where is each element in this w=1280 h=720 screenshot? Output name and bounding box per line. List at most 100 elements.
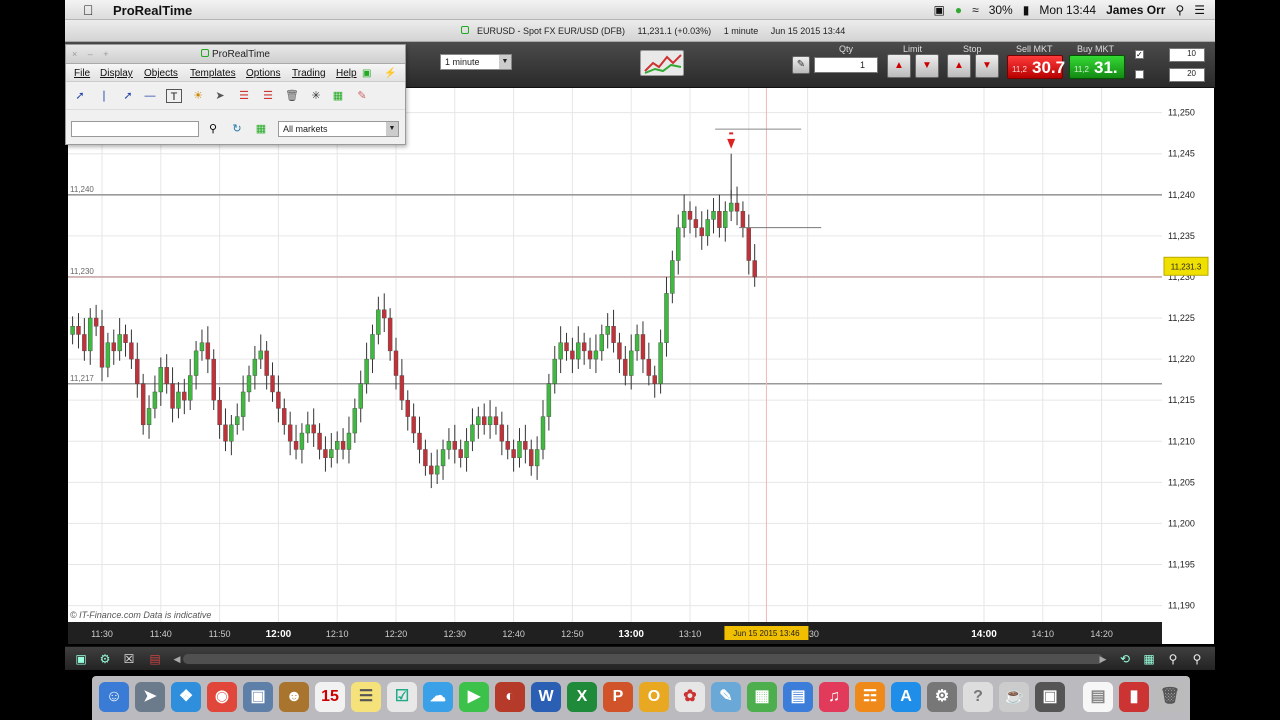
window-controls[interactable]: × – + (72, 45, 113, 64)
menu-display[interactable]: Display (100, 68, 133, 79)
lightning-icon[interactable]: ⚡ (384, 68, 396, 79)
channel-tool-icon[interactable]: ☰ (260, 89, 276, 103)
clock[interactable]: Mon 13:44 (1039, 3, 1096, 17)
scroll-right-icon[interactable]: ▶ (1095, 651, 1111, 667)
candle-body (364, 358, 369, 384)
buy-market-button[interactable]: 11,2 31. (1069, 55, 1125, 79)
pencil-icon[interactable]: ✎ (792, 56, 810, 74)
chart-scrollbar[interactable] (183, 654, 1103, 664)
qty-input[interactable]: 1 (814, 57, 878, 73)
refresh-icon[interactable]: ↻ (228, 121, 246, 137)
system-preferences-icon[interactable]: ⚙ (927, 682, 957, 712)
prorealtime-dock-icon[interactable]: ▮ (1119, 682, 1149, 712)
powerpoint-icon[interactable]: P (603, 682, 633, 712)
fibonacci-tool-icon[interactable]: ☰ (236, 89, 252, 103)
photos-icon[interactable]: ✿ (675, 682, 705, 712)
notification-center-icon[interactable]: ☰ (1194, 3, 1205, 17)
screenshot-icon[interactable]: ▣ (73, 651, 89, 667)
battery-percent[interactable]: 30% (989, 3, 1013, 17)
symbol-search-input[interactable] (71, 121, 199, 137)
outlook-icon[interactable]: O (639, 682, 669, 712)
itunes-icon[interactable]: ♫ (819, 682, 849, 712)
search-icon[interactable]: ⚲ (204, 121, 222, 137)
messages-icon[interactable]: ☁ (423, 682, 453, 712)
pages-icon[interactable]: ✎ (711, 682, 741, 712)
text-tool-icon[interactable]: T (166, 89, 182, 103)
contacts-icon[interactable]: ☻ (279, 682, 309, 712)
option-checkbox-1[interactable]: ✓ (1135, 50, 1144, 59)
calendar-icon[interactable]: 15 (315, 682, 345, 712)
zoom-tool-icon[interactable]: ▦ (330, 89, 346, 103)
zoom-in-icon[interactable]: ⚲ (1189, 651, 1205, 667)
notes-icon[interactable]: ☰ (351, 682, 381, 712)
preview-icon[interactable]: ▣ (243, 682, 273, 712)
app-name[interactable]: ProRealTime (113, 3, 192, 18)
layout-icon[interactable]: ⚙ (97, 651, 113, 667)
trash-icon[interactable]: 🗑 (284, 89, 300, 103)
option-checkbox-2[interactable] (1135, 70, 1144, 79)
amount-field-2[interactable]: 20 (1169, 68, 1205, 82)
trash-icon[interactable]: 🗑 (1155, 682, 1185, 712)
spotlight-icon[interactable]: ⚲ (1175, 3, 1184, 17)
chart-type-icon[interactable] (640, 50, 684, 76)
timeframe-select[interactable]: 1 minute ▼ (440, 54, 512, 70)
candle-body (317, 432, 322, 450)
safari-icon[interactable]: ❖ (171, 682, 201, 712)
excel-icon[interactable]: X (567, 682, 597, 712)
candle-body (434, 465, 440, 475)
limit-buy-button[interactable]: ▲ (887, 54, 911, 78)
markets-select[interactable]: All markets ▼ (278, 121, 399, 137)
menu-objects[interactable]: Objects (144, 68, 178, 79)
screen-capture-icon[interactable]: ▣ (1035, 682, 1065, 712)
wifi-icon[interactable]: ≈ (972, 3, 979, 17)
keynote-icon[interactable]: ▤ (783, 682, 813, 712)
amount-field-1[interactable]: 10 (1169, 48, 1205, 62)
java-icon[interactable]: ☕ (999, 682, 1029, 712)
fit-chart-icon[interactable]: ▦ (1141, 651, 1157, 667)
battery-icon[interactable]: ▮ (1023, 3, 1030, 17)
menu-options[interactable]: Options (246, 68, 280, 79)
facetime-icon[interactable]: ▶ (459, 682, 489, 712)
pointer-tool-icon[interactable]: ➤ (212, 89, 228, 103)
pencil-icon[interactable]: ✎ (354, 89, 370, 103)
app-store-icon[interactable]: A (891, 682, 921, 712)
screen-record-icon[interactable]: ▣ (934, 3, 945, 17)
sell-market-button[interactable]: 11,2 30.7 (1007, 55, 1065, 79)
user-name[interactable]: James Orr (1106, 3, 1165, 17)
limit-sell-button[interactable]: ▼ (915, 54, 939, 78)
document-icon[interactable]: ▤ (1083, 682, 1113, 712)
zoom-out-icon[interactable]: ⚲ (1165, 651, 1181, 667)
menu-templates[interactable]: Templates (190, 68, 236, 79)
ibooks-icon[interactable]: ☶ (855, 682, 885, 712)
menu-help[interactable]: Help (336, 68, 357, 79)
numbers-icon[interactable]: ▦ (747, 682, 777, 712)
line-tool-icon[interactable]: ➚ (72, 89, 88, 103)
close-chart-icon[interactable]: ☒ (121, 651, 137, 667)
magic-tool-icon[interactable]: ✳ (308, 89, 324, 103)
word-icon[interactable]: W (531, 682, 561, 712)
ray-tool-icon[interactable]: ➚ (120, 89, 136, 103)
help-icon[interactable]: ? (963, 682, 993, 712)
photo-booth-icon[interactable]: ◐ (495, 682, 525, 712)
reminders-icon[interactable]: ☑ (387, 682, 417, 712)
list-icon[interactable]: ▦ (252, 121, 270, 137)
candle-body (734, 202, 740, 212)
vertical-line-tool-icon[interactable]: ❘ (96, 89, 112, 103)
horizontal-line-tool-icon[interactable]: — (142, 89, 158, 103)
panel-title-bar[interactable]: × – + ProRealTime (66, 45, 405, 64)
stop-sell-button[interactable]: ▼ (975, 54, 999, 78)
launchpad-icon[interactable]: ➤ (135, 682, 165, 712)
apple-icon[interactable]:  (83, 2, 94, 18)
evernote-icon[interactable]: ● (955, 3, 962, 17)
chrome-icon[interactable]: ◉ (207, 682, 237, 712)
price-chart[interactable]: 11,190 11,195 11,200 11,205 11,210 11,215 11,2… (68, 88, 1214, 644)
indicator-icon[interactable]: ▤ (147, 651, 163, 667)
prorealtime-logo-icon[interactable]: ▣ (362, 68, 371, 79)
menu-file[interactable]: File (74, 68, 90, 79)
candle-body (493, 416, 499, 426)
finder-icon[interactable]: ☺ (99, 682, 129, 712)
menu-trading[interactable]: Trading (292, 68, 326, 79)
marker-tool-icon[interactable]: ☀ (190, 89, 206, 103)
stop-buy-button[interactable]: ▲ (947, 54, 971, 78)
reset-zoom-icon[interactable]: ⟲ (1117, 651, 1133, 667)
